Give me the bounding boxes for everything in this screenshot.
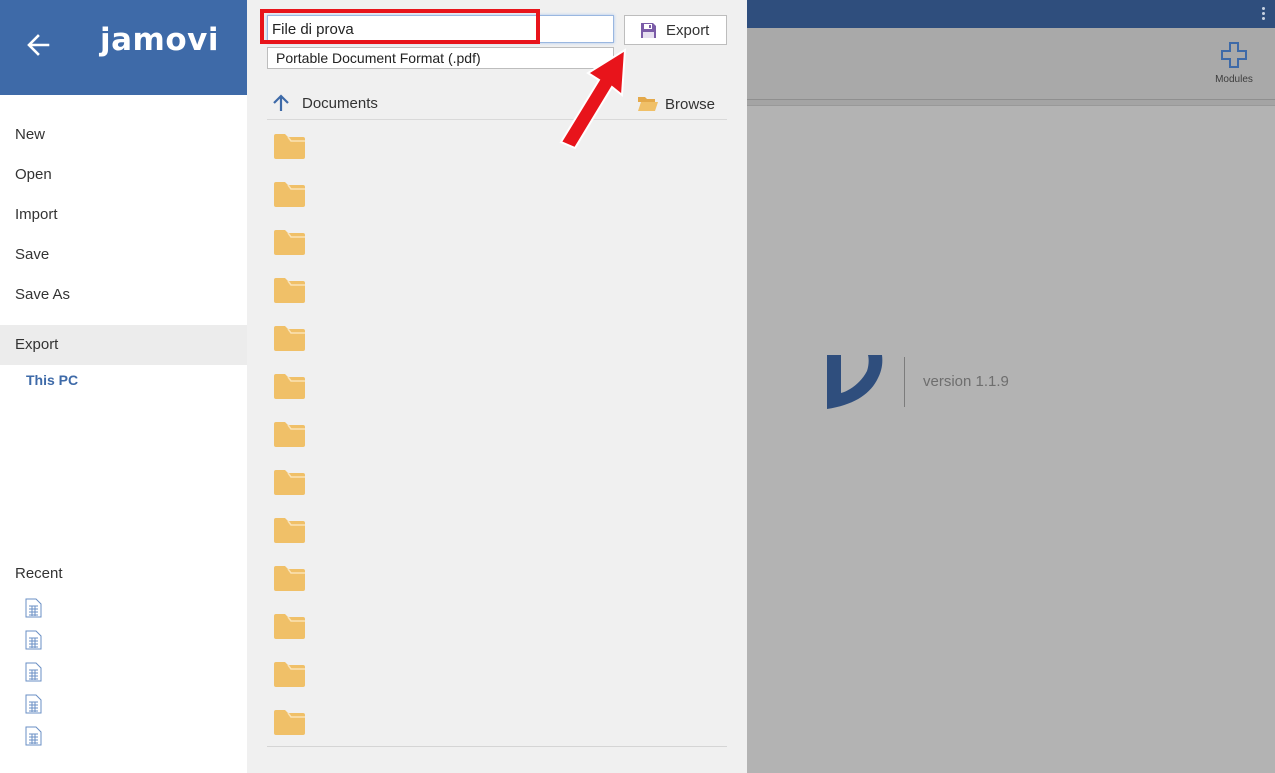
folder-row[interactable] (267, 317, 727, 365)
format-select[interactable]: Portable Document Format (.pdf) (267, 47, 614, 69)
folder-row[interactable] (267, 125, 727, 173)
folder-icon (274, 276, 305, 303)
app-toolbar: Modules (747, 28, 1275, 100)
recent-file-icon[interactable] (25, 694, 42, 714)
current-folder-label: Documents (302, 95, 378, 112)
folder-icon (274, 708, 305, 735)
recent-file-icon[interactable] (25, 726, 42, 746)
recent-title: Recent (15, 565, 63, 582)
folder-row[interactable] (267, 509, 727, 557)
menu-item-save-as[interactable]: Save As (0, 275, 247, 315)
browse-button[interactable]: Browse (637, 93, 727, 115)
folder-icon (274, 420, 305, 447)
folder-row[interactable] (267, 221, 727, 269)
browse-label: Browse (665, 96, 716, 113)
sidebar-header: jamovi (0, 0, 247, 95)
recent-file-icon[interactable] (25, 630, 42, 650)
folder-row[interactable] (267, 413, 727, 461)
folder-row[interactable] (267, 461, 727, 509)
menu-item-export[interactable]: Export (0, 325, 247, 365)
folder-row[interactable] (267, 557, 727, 605)
modules-button[interactable]: Modules (1207, 42, 1261, 85)
modules-label: Modules (1215, 74, 1253, 85)
app-background: Modules version 1.1.9 (747, 0, 1275, 773)
folder-icon (274, 564, 305, 591)
menu-item-open[interactable]: Open (0, 155, 247, 195)
version-divider (904, 357, 905, 407)
jamovi-logo-icon (827, 355, 883, 409)
submenu-this-pc[interactable]: This PC (0, 365, 247, 395)
folder-nav-row: Documents Browse (267, 90, 727, 120)
brand-logo: jamovi (100, 22, 219, 58)
up-arrow-icon[interactable] (273, 94, 289, 112)
back-arrow-icon[interactable] (26, 34, 50, 56)
export-button-label: Export (666, 22, 710, 39)
menu-item-save[interactable]: Save (0, 235, 247, 275)
export-panel: Portable Document Format (.pdf) Export D… (247, 0, 747, 773)
app-topbar (747, 0, 1275, 28)
folder-row[interactable] (267, 605, 727, 653)
folder-row[interactable] (267, 653, 727, 701)
file-menu-sidebar: jamovi New Open Import Save Save As Expo… (0, 0, 247, 773)
recent-list (25, 598, 42, 758)
folder-icon (274, 372, 305, 399)
folder-row[interactable] (267, 173, 727, 221)
folder-icon (274, 612, 305, 639)
list-divider (267, 746, 727, 747)
folder-row[interactable] (267, 365, 727, 413)
recent-file-icon[interactable] (25, 598, 42, 618)
folder-icon (274, 468, 305, 495)
folder-icon (274, 228, 305, 255)
menu-item-new[interactable]: New (0, 115, 247, 155)
folder-icon (274, 132, 305, 159)
open-folder-icon (637, 95, 659, 112)
plus-icon (1221, 42, 1247, 68)
folder-row[interactable] (267, 701, 727, 749)
file-menu: New Open Import Save Save As Export This… (0, 115, 247, 395)
folder-icon (274, 180, 305, 207)
recent-file-icon[interactable] (25, 662, 42, 682)
folder-icon (274, 324, 305, 351)
menu-item-import[interactable]: Import (0, 195, 247, 235)
version-text: version 1.1.9 (923, 373, 1009, 390)
folder-list (267, 125, 727, 749)
more-options-icon[interactable] (1261, 6, 1265, 20)
folder-icon (274, 516, 305, 543)
splash-version: version 1.1.9 (827, 355, 1067, 409)
folder-icon (274, 660, 305, 687)
toolbar-divider (747, 100, 1275, 106)
filename-input[interactable] (267, 15, 614, 43)
folder-row[interactable] (267, 269, 727, 317)
export-button[interactable]: Export (624, 15, 727, 45)
save-icon (640, 22, 657, 39)
